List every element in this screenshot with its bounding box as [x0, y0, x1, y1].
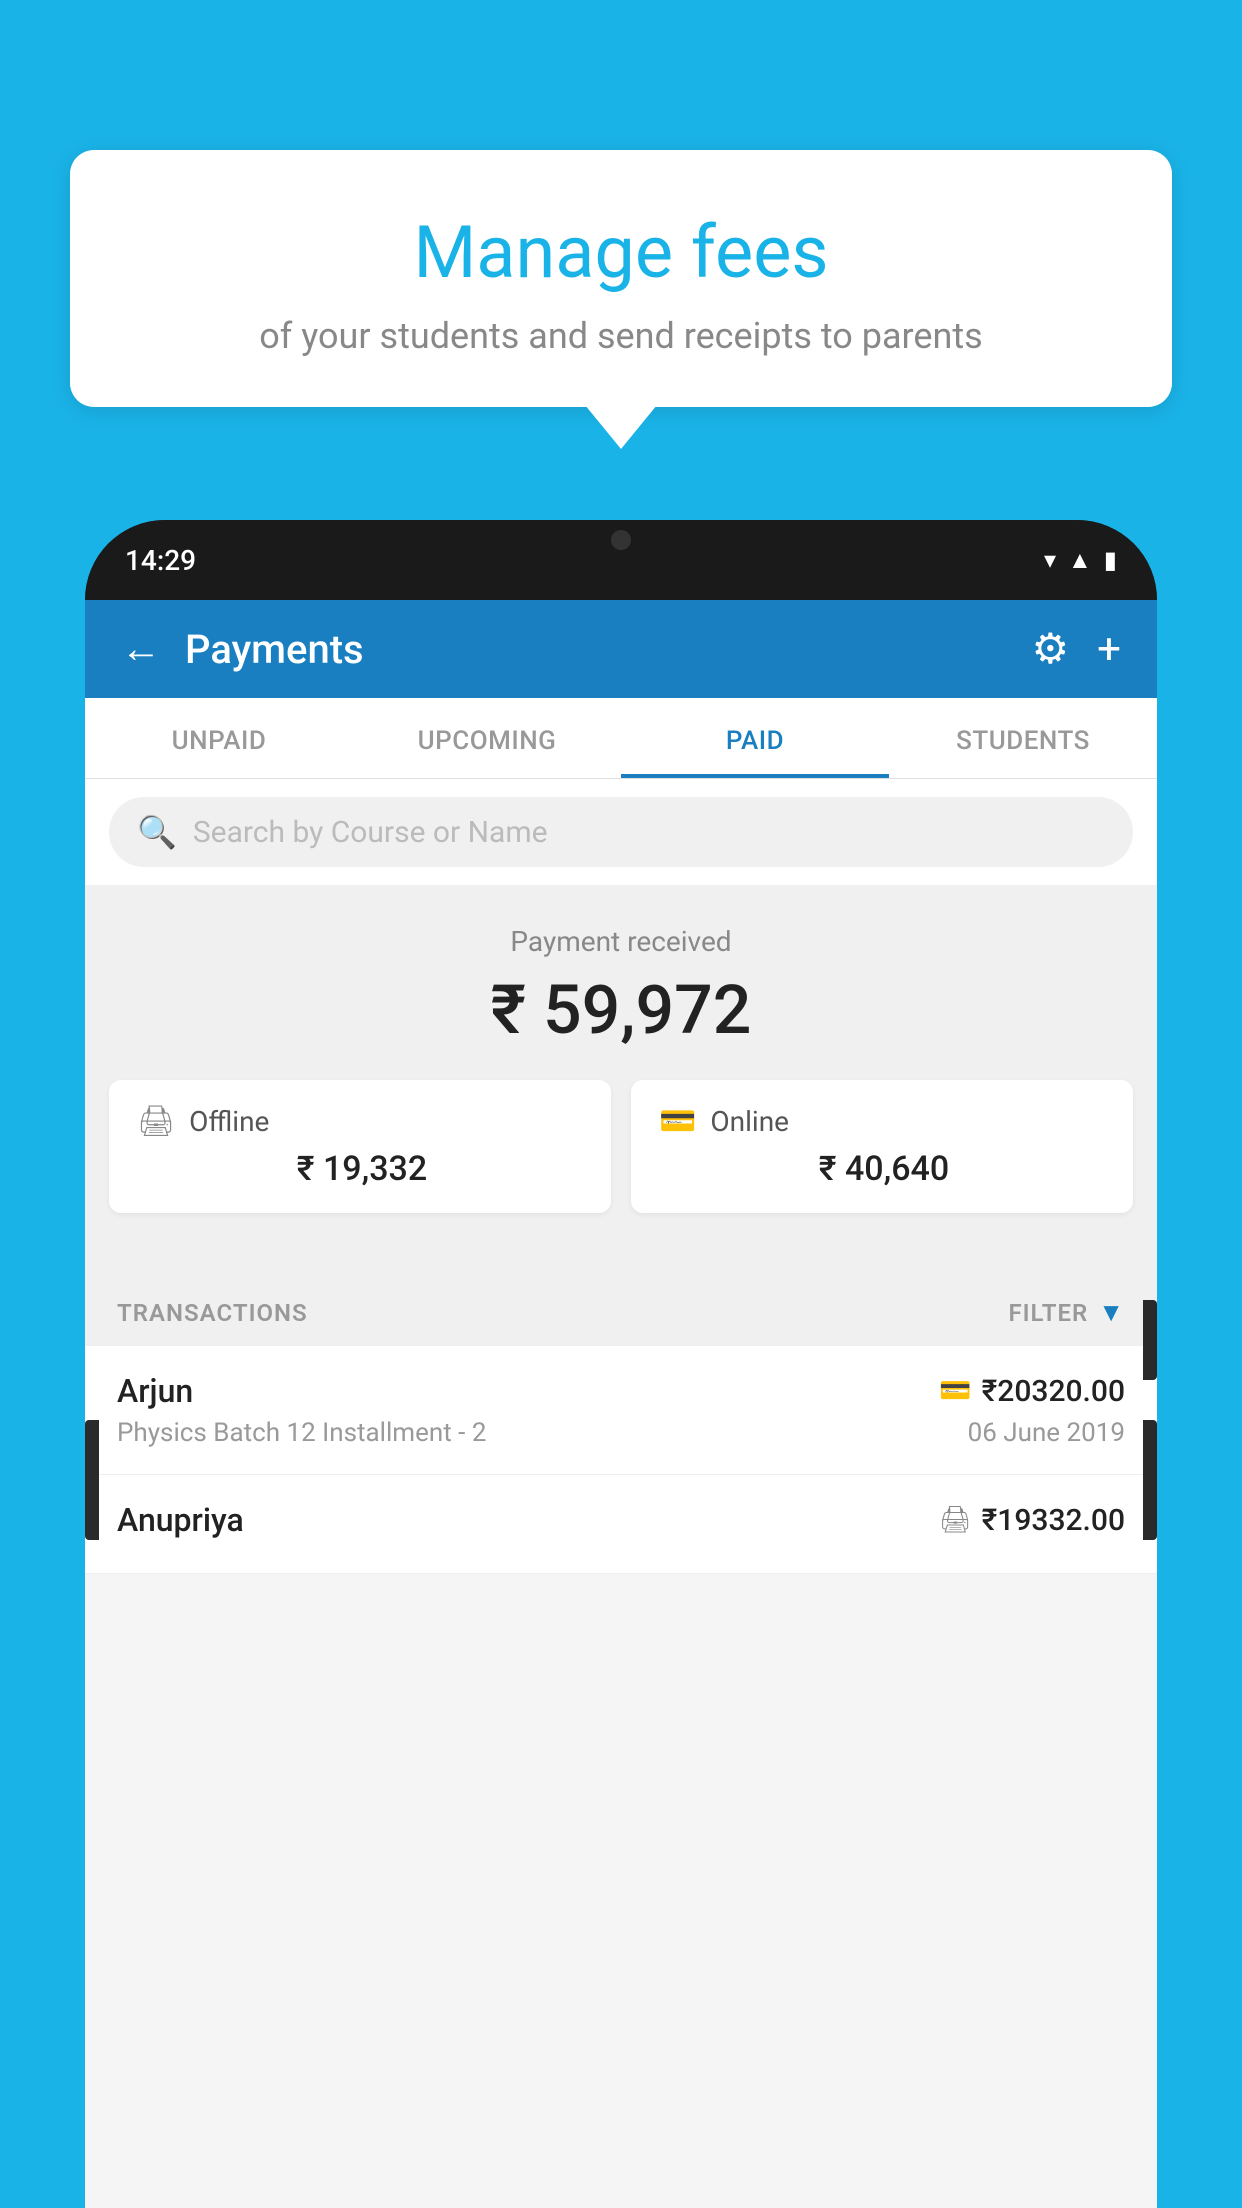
payment-summary: Payment received ₹ 59,972 🖨 Offline ₹ 19…: [85, 885, 1157, 1273]
search-container: 🔍 Search by Course or Name: [85, 779, 1157, 885]
tabs-row: UNPAID UPCOMING PAID STUDENTS: [85, 698, 1157, 779]
app-header: ← Payments ⚙ +: [85, 600, 1157, 698]
transaction-student-name: Arjun: [117, 1372, 193, 1410]
wifi-icon: ▾: [1044, 546, 1056, 574]
phone-notch: [561, 520, 681, 560]
search-placeholder[interactable]: Search by Course or Name: [193, 815, 548, 850]
offline-amount: ₹ 19,332: [137, 1149, 583, 1189]
transaction-course: Physics Batch 12 Installment - 2: [117, 1418, 486, 1448]
online-label: Online: [710, 1105, 789, 1138]
offline-card-header: 🖨 Offline: [137, 1104, 583, 1139]
filter-label: FILTER: [1008, 1299, 1088, 1327]
search-icon: 🔍: [137, 813, 177, 851]
add-icon[interactable]: +: [1097, 625, 1121, 674]
payment-total-amount: ₹ 59,972: [85, 970, 1157, 1050]
online-payment-card: 💳 Online ₹ 40,640: [631, 1080, 1133, 1213]
online-payment-icon: 💳: [659, 1104, 696, 1139]
cash-icon: 🖨: [939, 1505, 972, 1535]
online-amount: ₹ 40,640: [659, 1149, 1105, 1189]
settings-icon[interactable]: ⚙: [1032, 624, 1070, 674]
online-card-header: 💳 Online: [659, 1104, 1105, 1139]
offline-payment-icon: 🖨: [137, 1104, 175, 1139]
signal-icon: ▲: [1068, 546, 1092, 575]
transaction-date: 06 June 2019: [968, 1418, 1125, 1448]
battery-icon: ▮: [1104, 546, 1117, 574]
filter-icon: ▼: [1098, 1297, 1125, 1328]
volume-down-button: [1143, 1420, 1157, 1540]
power-button: [1143, 1300, 1157, 1380]
transactions-label: TRANSACTIONS: [117, 1299, 308, 1327]
search-bar[interactable]: 🔍 Search by Course or Name: [109, 797, 1133, 867]
speech-bubble-card: Manage fees of your students and send re…: [70, 150, 1172, 407]
transactions-header: TRANSACTIONS FILTER ▼: [85, 1273, 1157, 1346]
offline-payment-card: 🖨 Offline ₹ 19,332: [109, 1080, 611, 1213]
speech-bubble-title: Manage fees: [120, 210, 1122, 295]
table-row[interactable]: Arjun 💳 ₹20320.00 Physics Batch 12 Insta…: [85, 1346, 1157, 1475]
speech-bubble-subtitle: of your students and send receipts to pa…: [120, 315, 1122, 357]
app-screen: ← Payments ⚙ + UNPAID UPCOMING PAID STUD…: [85, 600, 1157, 2208]
transaction-amount-wrap: 💳 ₹20320.00: [939, 1374, 1125, 1409]
transaction-amount: ₹20320.00: [982, 1374, 1125, 1409]
status-icons: ▾ ▲ ▮: [1044, 546, 1117, 575]
status-bar: 14:29 ▾ ▲ ▮: [85, 520, 1157, 600]
page-title: Payments: [185, 626, 364, 673]
payment-received-label: Payment received: [85, 925, 1157, 958]
phone-frame: 14:29 ▾ ▲ ▮ ← Payments ⚙ + UNPAID: [85, 520, 1157, 2208]
status-time: 14:29: [125, 544, 196, 577]
transaction-amount: ₹19332.00: [982, 1503, 1125, 1538]
tab-unpaid[interactable]: UNPAID: [85, 698, 353, 778]
back-button[interactable]: ←: [121, 629, 161, 669]
transaction-student-name: Anupriya: [117, 1501, 244, 1539]
tab-students[interactable]: STUDENTS: [889, 698, 1157, 778]
payment-cards: 🖨 Offline ₹ 19,332 💳 Online ₹ 40,640: [85, 1080, 1157, 1243]
header-right: ⚙ +: [1032, 624, 1122, 674]
offline-label: Offline: [189, 1105, 269, 1138]
transaction-amount-wrap: 🖨 ₹19332.00: [939, 1503, 1125, 1538]
front-camera: [611, 530, 631, 550]
header-left: ← Payments: [121, 626, 364, 673]
volume-button: [85, 1420, 99, 1540]
transaction-list: Arjun 💳 ₹20320.00 Physics Batch 12 Insta…: [85, 1346, 1157, 1574]
tab-paid[interactable]: PAID: [621, 698, 889, 778]
card-icon: 💳: [939, 1376, 971, 1406]
filter-button[interactable]: FILTER ▼: [1008, 1297, 1125, 1328]
tab-upcoming[interactable]: UPCOMING: [353, 698, 621, 778]
table-row[interactable]: Anupriya 🖨 ₹19332.00: [85, 1475, 1157, 1574]
